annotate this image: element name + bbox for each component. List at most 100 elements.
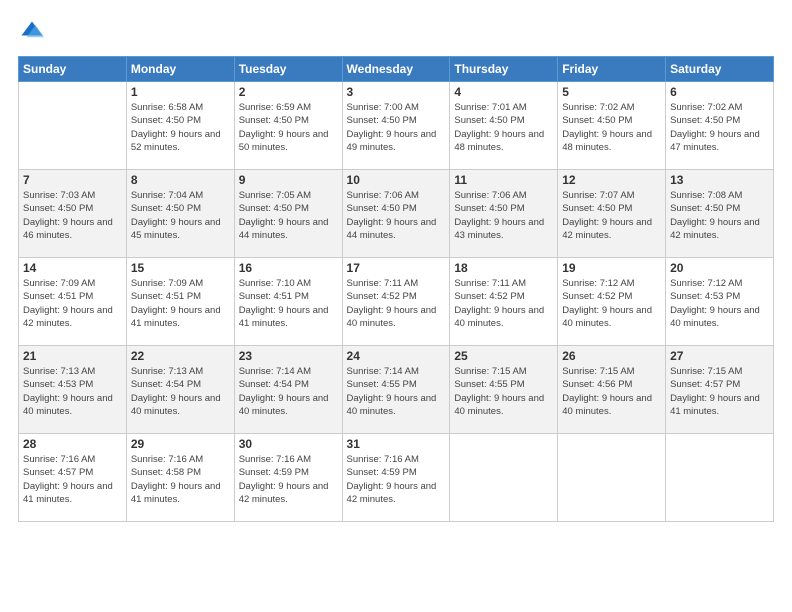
calendar-cell: 22Sunrise: 7:13 AM Sunset: 4:54 PM Dayli… xyxy=(126,346,234,434)
day-number: 3 xyxy=(347,85,446,99)
week-row-3: 14 Sunrise: 7:09 AM Sunset: 4:51 PM Dayli… xyxy=(19,258,774,346)
day-number: 26 xyxy=(562,349,661,363)
logo-icon xyxy=(18,18,46,46)
day-info: Sunrise: 7:01 AM Sunset: 4:50 PM Dayligh… xyxy=(454,101,553,154)
day-info: Sunrise: 7:12 AM Sunset: 4:52 PM Dayligh… xyxy=(562,277,661,330)
day-info: Sunrise: 7:12 AM Sunset: 4:53 PM Dayligh… xyxy=(670,277,769,330)
calendar-cell: 30 Sunrise: 7:16 AM Sunset: 4:59 PM Dayli… xyxy=(234,434,342,522)
calendar-cell: 26 Sunrise: 7:15 AM Sunset: 4:56 PM Dayli… xyxy=(558,346,666,434)
calendar-table: SundayMondayTuesdayWednesdayThursdayFrid… xyxy=(18,56,774,522)
calendar-cell: 17 Sunrise: 7:11 AM Sunset: 4:52 PM Dayli… xyxy=(342,258,450,346)
day-number: 7 xyxy=(23,173,122,187)
day-info: Sunrise: 7:15 AM Sunset: 4:57 PM Dayligh… xyxy=(670,365,769,418)
day-info: Sunrise: 7:06 AM Sunset: 4:50 PM Dayligh… xyxy=(347,189,446,242)
day-info: Sunrise: 7:16 AM Sunset: 4:59 PM Dayligh… xyxy=(239,453,338,506)
day-info: Sunrise: 7:05 AM Sunset: 4:50 PM Dayligh… xyxy=(239,189,338,242)
header-day-saturday: Saturday xyxy=(666,57,774,82)
header xyxy=(18,18,774,46)
day-number: 14 xyxy=(23,261,122,275)
calendar-cell: 7 Sunrise: 7:03 AM Sunset: 4:50 PM Daylig… xyxy=(19,170,127,258)
day-info: Sunrise: 6:58 AM Sunset: 4:50 PM Dayligh… xyxy=(131,101,230,154)
day-info: Sunrise: 7:11 AM Sunset: 4:52 PM Dayligh… xyxy=(347,277,446,330)
day-info: Sunrise: 7:16 AM Sunset: 4:58 PM Dayligh… xyxy=(131,453,230,506)
day-info: Sunrise: 7:11 AM Sunset: 4:52 PM Dayligh… xyxy=(454,277,553,330)
calendar-cell: 19 Sunrise: 7:12 AM Sunset: 4:52 PM Dayli… xyxy=(558,258,666,346)
day-number: 16 xyxy=(239,261,338,275)
calendar-cell xyxy=(666,434,774,522)
day-info: Sunrise: 7:14 AM Sunset: 4:55 PM Dayligh… xyxy=(347,365,446,418)
day-number: 19 xyxy=(562,261,661,275)
day-info: Sunrise: 7:13 AM Sunset: 4:53 PM Dayligh… xyxy=(23,365,122,418)
day-number: 12 xyxy=(562,173,661,187)
day-info: Sunrise: 7:14 AM Sunset: 4:54 PM Dayligh… xyxy=(239,365,338,418)
header-day-friday: Friday xyxy=(558,57,666,82)
calendar-cell: 24 Sunrise: 7:14 AM Sunset: 4:55 PM Dayli… xyxy=(342,346,450,434)
calendar-cell: 2Sunrise: 6:59 AM Sunset: 4:50 PM Daylig… xyxy=(234,82,342,170)
calendar-cell: 1 Sunrise: 6:58 AM Sunset: 4:50 PM Daylig… xyxy=(126,82,234,170)
calendar-cell xyxy=(450,434,558,522)
day-number: 17 xyxy=(347,261,446,275)
day-number: 8 xyxy=(131,173,230,187)
day-info: Sunrise: 7:15 AM Sunset: 4:56 PM Dayligh… xyxy=(562,365,661,418)
day-info: Sunrise: 7:07 AM Sunset: 4:50 PM Dayligh… xyxy=(562,189,661,242)
day-number: 18 xyxy=(454,261,553,275)
day-number: 25 xyxy=(454,349,553,363)
header-day-wednesday: Wednesday xyxy=(342,57,450,82)
day-number: 11 xyxy=(454,173,553,187)
calendar-cell: 25 Sunrise: 7:15 AM Sunset: 4:55 PM Dayli… xyxy=(450,346,558,434)
calendar-cell: 4 Sunrise: 7:01 AM Sunset: 4:50 PM Daylig… xyxy=(450,82,558,170)
day-number: 2 xyxy=(239,85,338,99)
header-day-thursday: Thursday xyxy=(450,57,558,82)
day-info: Sunrise: 7:03 AM Sunset: 4:50 PM Dayligh… xyxy=(23,189,122,242)
day-info: Sunrise: 7:09 AM Sunset: 4:51 PM Dayligh… xyxy=(131,277,230,330)
day-number: 9 xyxy=(239,173,338,187)
day-info: Sunrise: 7:02 AM Sunset: 4:50 PM Dayligh… xyxy=(670,101,769,154)
day-info: Sunrise: 7:02 AM Sunset: 4:50 PM Dayligh… xyxy=(562,101,661,154)
day-number: 10 xyxy=(347,173,446,187)
calendar-cell: 21Sunrise: 7:13 AM Sunset: 4:53 PM Dayli… xyxy=(19,346,127,434)
day-number: 15 xyxy=(131,261,230,275)
calendar-cell xyxy=(19,82,127,170)
day-info: Sunrise: 7:09 AM Sunset: 4:51 PM Dayligh… xyxy=(23,277,122,330)
day-info: Sunrise: 7:16 AM Sunset: 4:57 PM Dayligh… xyxy=(23,453,122,506)
day-info: Sunrise: 7:13 AM Sunset: 4:54 PM Dayligh… xyxy=(131,365,230,418)
calendar-cell: 14 Sunrise: 7:09 AM Sunset: 4:51 PM Dayli… xyxy=(19,258,127,346)
day-info: Sunrise: 7:16 AM Sunset: 4:59 PM Dayligh… xyxy=(347,453,446,506)
calendar-cell: 31Sunrise: 7:16 AM Sunset: 4:59 PM Dayli… xyxy=(342,434,450,522)
day-number: 1 xyxy=(131,85,230,99)
page: SundayMondayTuesdayWednesdayThursdayFrid… xyxy=(0,0,792,612)
day-info: Sunrise: 7:08 AM Sunset: 4:50 PM Dayligh… xyxy=(670,189,769,242)
day-number: 4 xyxy=(454,85,553,99)
header-day-sunday: Sunday xyxy=(19,57,127,82)
calendar-cell: 8 Sunrise: 7:04 AM Sunset: 4:50 PM Daylig… xyxy=(126,170,234,258)
day-number: 27 xyxy=(670,349,769,363)
week-row-1: 1 Sunrise: 6:58 AM Sunset: 4:50 PM Daylig… xyxy=(19,82,774,170)
calendar-cell: 9 Sunrise: 7:05 AM Sunset: 4:50 PM Daylig… xyxy=(234,170,342,258)
day-number: 29 xyxy=(131,437,230,451)
day-number: 30 xyxy=(239,437,338,451)
calendar-cell: 6 Sunrise: 7:02 AM Sunset: 4:50 PM Daylig… xyxy=(666,82,774,170)
calendar-cell: 20 Sunrise: 7:12 AM Sunset: 4:53 PM Dayli… xyxy=(666,258,774,346)
calendar-cell: 16Sunrise: 7:10 AM Sunset: 4:51 PM Dayli… xyxy=(234,258,342,346)
day-number: 13 xyxy=(670,173,769,187)
calendar-cell: 13 Sunrise: 7:08 AM Sunset: 4:50 PM Dayli… xyxy=(666,170,774,258)
day-number: 5 xyxy=(562,85,661,99)
week-row-4: 21Sunrise: 7:13 AM Sunset: 4:53 PM Dayli… xyxy=(19,346,774,434)
calendar-cell: 27 Sunrise: 7:15 AM Sunset: 4:57 PM Dayli… xyxy=(666,346,774,434)
calendar-cell: 28Sunrise: 7:16 AM Sunset: 4:57 PM Dayli… xyxy=(19,434,127,522)
logo xyxy=(18,18,50,46)
calendar-cell: 23 Sunrise: 7:14 AM Sunset: 4:54 PM Dayli… xyxy=(234,346,342,434)
week-row-5: 28Sunrise: 7:16 AM Sunset: 4:57 PM Dayli… xyxy=(19,434,774,522)
day-number: 20 xyxy=(670,261,769,275)
day-number: 23 xyxy=(239,349,338,363)
week-row-2: 7 Sunrise: 7:03 AM Sunset: 4:50 PM Daylig… xyxy=(19,170,774,258)
day-info: Sunrise: 7:15 AM Sunset: 4:55 PM Dayligh… xyxy=(454,365,553,418)
day-number: 24 xyxy=(347,349,446,363)
calendar-cell: 12 Sunrise: 7:07 AM Sunset: 4:50 PM Dayli… xyxy=(558,170,666,258)
calendar-body: 1 Sunrise: 6:58 AM Sunset: 4:50 PM Daylig… xyxy=(19,82,774,522)
day-info: Sunrise: 7:00 AM Sunset: 4:50 PM Dayligh… xyxy=(347,101,446,154)
calendar-cell: 29 Sunrise: 7:16 AM Sunset: 4:58 PM Dayli… xyxy=(126,434,234,522)
day-info: Sunrise: 7:06 AM Sunset: 4:50 PM Dayligh… xyxy=(454,189,553,242)
day-info: Sunrise: 7:04 AM Sunset: 4:50 PM Dayligh… xyxy=(131,189,230,242)
day-number: 6 xyxy=(670,85,769,99)
